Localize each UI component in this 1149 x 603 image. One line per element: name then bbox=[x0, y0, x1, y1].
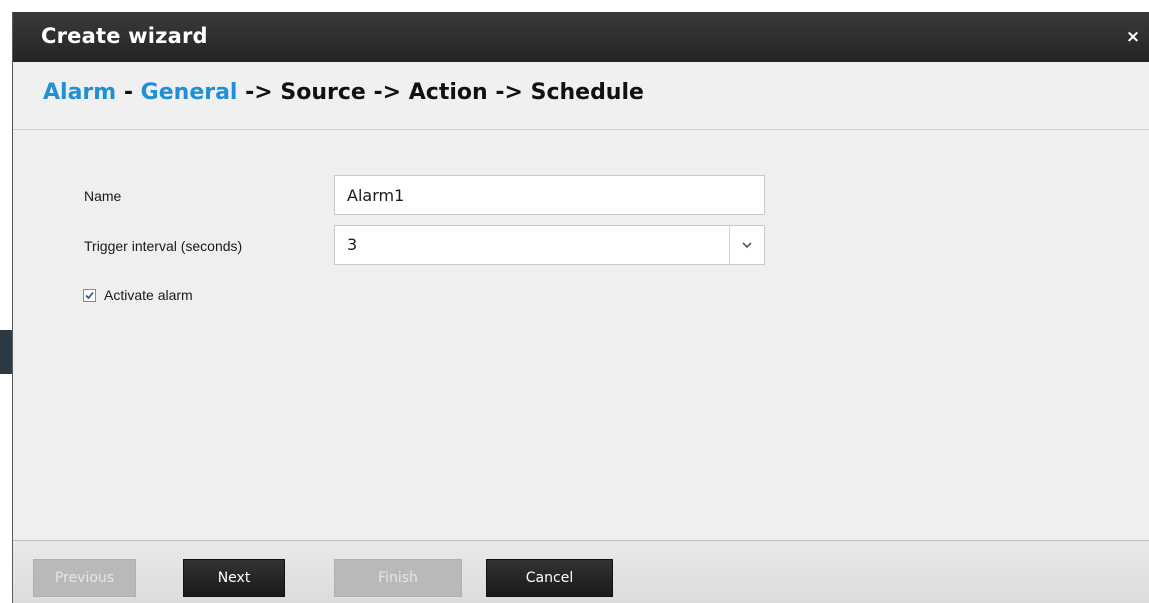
background-marker bbox=[0, 330, 12, 374]
step-group-alarm: Alarm bbox=[43, 80, 117, 105]
wizard-steps: Alarm - General -> Source -> Action -> S… bbox=[13, 62, 1149, 130]
finish-button[interactable]: Finish bbox=[334, 559, 462, 597]
cancel-button[interactable]: Cancel bbox=[486, 559, 613, 597]
step-arrow: -> bbox=[245, 80, 273, 105]
activate-alarm-row: Activate alarm bbox=[83, 286, 193, 304]
step-arrow: -> bbox=[373, 80, 402, 105]
step-action: Action bbox=[408, 80, 488, 105]
chevron-down-icon[interactable] bbox=[730, 226, 764, 264]
step-source: Source bbox=[280, 80, 366, 105]
trigger-interval-value: 3 bbox=[347, 235, 358, 254]
checkmark-icon bbox=[85, 291, 94, 299]
name-label: Name bbox=[84, 188, 122, 204]
step-arrow: -> bbox=[495, 80, 523, 105]
dialog-title: Create wizard bbox=[41, 24, 208, 48]
step-general: General bbox=[140, 80, 238, 105]
trigger-interval-label: Trigger interval (seconds) bbox=[84, 238, 243, 254]
dialog-titlebar: Create wizard × bbox=[13, 12, 1149, 62]
previous-button[interactable]: Previous bbox=[33, 559, 136, 597]
activate-alarm-label: Activate alarm bbox=[104, 287, 193, 303]
create-wizard-dialog: Create wizard × Alarm - General -> Sourc… bbox=[12, 12, 1149, 603]
activate-alarm-checkbox[interactable] bbox=[83, 288, 96, 302]
trigger-interval-select[interactable]: 3 bbox=[334, 225, 765, 265]
step-separator-dash: - bbox=[123, 80, 133, 105]
close-icon[interactable]: × bbox=[1125, 29, 1141, 46]
background-strip bbox=[0, 0, 12, 603]
step-schedule: Schedule bbox=[530, 80, 644, 105]
next-button[interactable]: Next bbox=[183, 559, 285, 597]
wizard-footer: Previous Next Finish Cancel bbox=[13, 540, 1149, 603]
breadcrumb: Alarm - General -> Source -> Action -> S… bbox=[43, 80, 644, 105]
name-input[interactable] bbox=[334, 175, 765, 215]
